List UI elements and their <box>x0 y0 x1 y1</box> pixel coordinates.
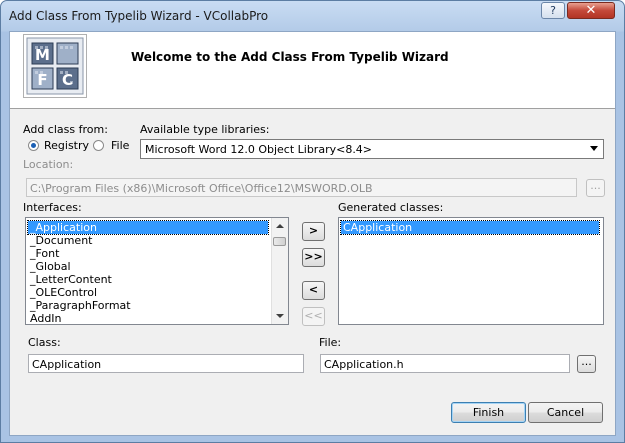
type-library-value: Microsoft Word 12.0 Object Library<8.4> <box>145 143 373 156</box>
chevron-down-icon[interactable] <box>590 146 598 151</box>
file-browse-button[interactable]: ... <box>577 355 596 373</box>
class-name-value: CApplication <box>32 358 102 371</box>
scroll-down-arrow-icon[interactable] <box>276 314 284 318</box>
title-bar[interactable]: Add Class From Typelib Wizard - VCollabP… <box>1 1 624 31</box>
registry-radio[interactable] <box>28 140 39 151</box>
file-radio[interactable] <box>93 140 104 151</box>
type-libraries-label: Available type libraries: <box>140 123 270 136</box>
type-library-dropdown[interactable]: Microsoft Word 12.0 Object Library<8.4> <box>140 139 604 159</box>
interfaces-label: Interfaces: <box>23 201 82 214</box>
generated-class-item[interactable]: CApplication <box>340 220 600 235</box>
add-one-button[interactable]: > <box>302 222 325 241</box>
location-field: C:\Program Files (x86)\Microsoft Office\… <box>26 178 577 197</box>
file-name-field[interactable]: CApplication.h <box>320 354 570 373</box>
add-all-button[interactable]: >> <box>302 248 325 267</box>
wizard-window: Add Class From Typelib Wizard - VCollabP… <box>0 0 625 443</box>
interface-item[interactable]: _ParagraphFormat <box>28 299 131 312</box>
interface-item[interactable]: _Application <box>27 220 269 235</box>
cancel-button[interactable]: Cancel <box>528 402 603 423</box>
registry-radio-label[interactable]: Registry <box>44 139 89 152</box>
location-browse-button: ... <box>586 179 605 197</box>
interfaces-list[interactable]: _Application _Document _Font _Global _Le… <box>25 217 289 325</box>
generated-classes-list[interactable]: CApplication <box>338 217 604 325</box>
finish-button[interactable]: Finish <box>451 402 526 423</box>
interface-item[interactable]: AddIn <box>28 312 62 324</box>
interfaces-scrollbar[interactable] <box>271 218 288 324</box>
generated-classes-label: Generated classes: <box>338 201 444 214</box>
help-button[interactable]: ? <box>541 2 565 19</box>
window-title: Add Class From Typelib Wizard - VCollabP… <box>9 9 269 23</box>
logo-letter-m: M <box>35 46 50 64</box>
remove-all-button: << <box>302 307 325 326</box>
class-label: Class: <box>28 336 61 349</box>
interface-item[interactable]: _Document <box>28 234 93 247</box>
file-name-value: CApplication.h <box>324 358 404 371</box>
interface-item[interactable]: _LetterContent <box>28 273 112 286</box>
logo-letter-c: C <box>62 71 73 89</box>
interface-item[interactable]: _Global <box>28 260 71 273</box>
location-value: C:\Program Files (x86)\Microsoft Office\… <box>30 182 373 195</box>
mfc-logo-graphic: M F C <box>26 37 84 95</box>
location-label: Location: <box>23 158 74 171</box>
dialog-body: M F C Welcome to the Add Class From Type… <box>9 31 616 436</box>
scroll-up-arrow-icon[interactable] <box>276 224 284 228</box>
mfc-logo-icon: M F C <box>23 34 87 98</box>
file-radio-label[interactable]: File <box>111 139 129 152</box>
interface-item[interactable]: _Font <box>28 247 59 260</box>
logo-letter-f: F <box>37 71 47 89</box>
wizard-header: M F C Welcome to the Add Class From Type… <box>10 32 615 109</box>
add-class-from-label: Add class from: <box>23 123 108 136</box>
scroll-thumb[interactable] <box>273 237 286 246</box>
welcome-heading: Welcome to the Add Class From Typelib Wi… <box>131 50 449 64</box>
class-name-field[interactable]: CApplication <box>28 354 304 373</box>
remove-one-button[interactable]: < <box>302 281 325 300</box>
interface-item[interactable]: _OLEControl <box>28 286 97 299</box>
file-label: File: <box>319 336 342 349</box>
radio-dot-icon <box>31 143 36 148</box>
close-button[interactable]: ✕ <box>567 2 615 19</box>
